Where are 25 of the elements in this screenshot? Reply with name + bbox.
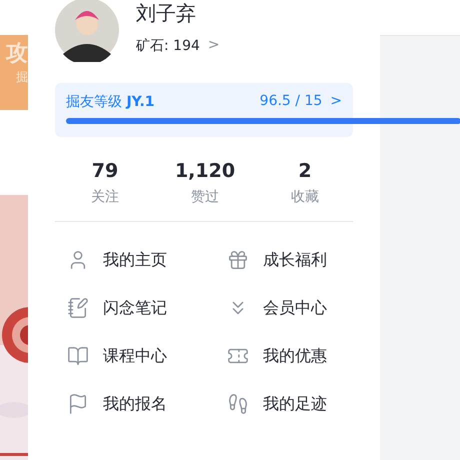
stat-value: 1,120: [174, 160, 236, 182]
user-name: 刘子弃: [136, 0, 197, 27]
stat-label: 收藏: [291, 188, 319, 206]
level-label: 掘友等级 JY.1: [66, 93, 155, 111]
avatar[interactable]: [55, 0, 119, 62]
stat-label: 关注: [91, 188, 119, 206]
stat-value: 2: [298, 160, 312, 182]
notebook-icon: [67, 297, 89, 319]
book-icon: [67, 345, 89, 367]
banner-subtitle: 掘: [16, 71, 28, 83]
banner-title: 攻: [6, 43, 28, 65]
menu-item[interactable]: 会员中心: [227, 297, 357, 319]
stat-value: 79: [92, 160, 118, 182]
menu-item[interactable]: 成长福利: [227, 249, 357, 271]
flag-icon: [67, 393, 89, 415]
menu-item[interactable]: 我的主页: [67, 249, 227, 271]
stat-label: 赞过: [191, 188, 219, 206]
menu-item[interactable]: 闪念笔记: [67, 297, 227, 319]
footprints-icon: [227, 393, 249, 415]
menu-item[interactable]: 我的优惠: [227, 345, 357, 367]
menu-item[interactable]: 我的足迹: [227, 393, 357, 415]
menu-item[interactable]: 我的报名: [67, 393, 227, 415]
ore-link[interactable]: 矿石: 194 >: [136, 37, 220, 55]
menu-item[interactable]: 课程中心: [67, 345, 227, 367]
gift-icon: [227, 249, 249, 271]
